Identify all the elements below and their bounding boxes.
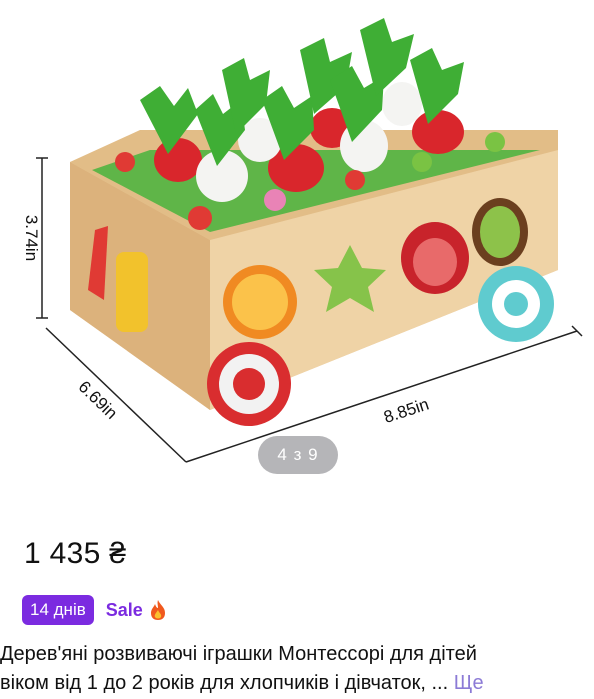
product-image: 3.74in 6.69in 8.85in [22,18,583,463]
dimension-height: 3.74in [22,215,41,261]
price: 1 435 ₴ [24,537,127,570]
product-image-gallery[interactable]: 3.74in 6.69in 8.85in 4 з 9 [0,0,594,492]
title-line-2: віком від 1 до 2 років для хлопчиків і д… [0,669,572,698]
fire-icon [149,599,167,621]
title-line-2-text: віком від 1 до 2 років для хлопчиків і д… [0,672,449,694]
product-title[interactable]: Дерев'яні розвиваючі іграшки Монтессорі … [0,640,572,698]
days-badge: 14 днів [22,595,94,625]
title-line-1: Дерев'яні розвиваючі іграшки Монтессорі … [0,643,477,665]
dimension-depth: 6.69in [75,377,122,423]
badges-row: 14 днів Sale [22,594,167,626]
sale-label: Sale [105,599,143,620]
image-counter: 4 з 9 [258,436,338,474]
more-link[interactable]: Ще [454,672,484,694]
dimension-width: 8.85in [381,395,431,427]
